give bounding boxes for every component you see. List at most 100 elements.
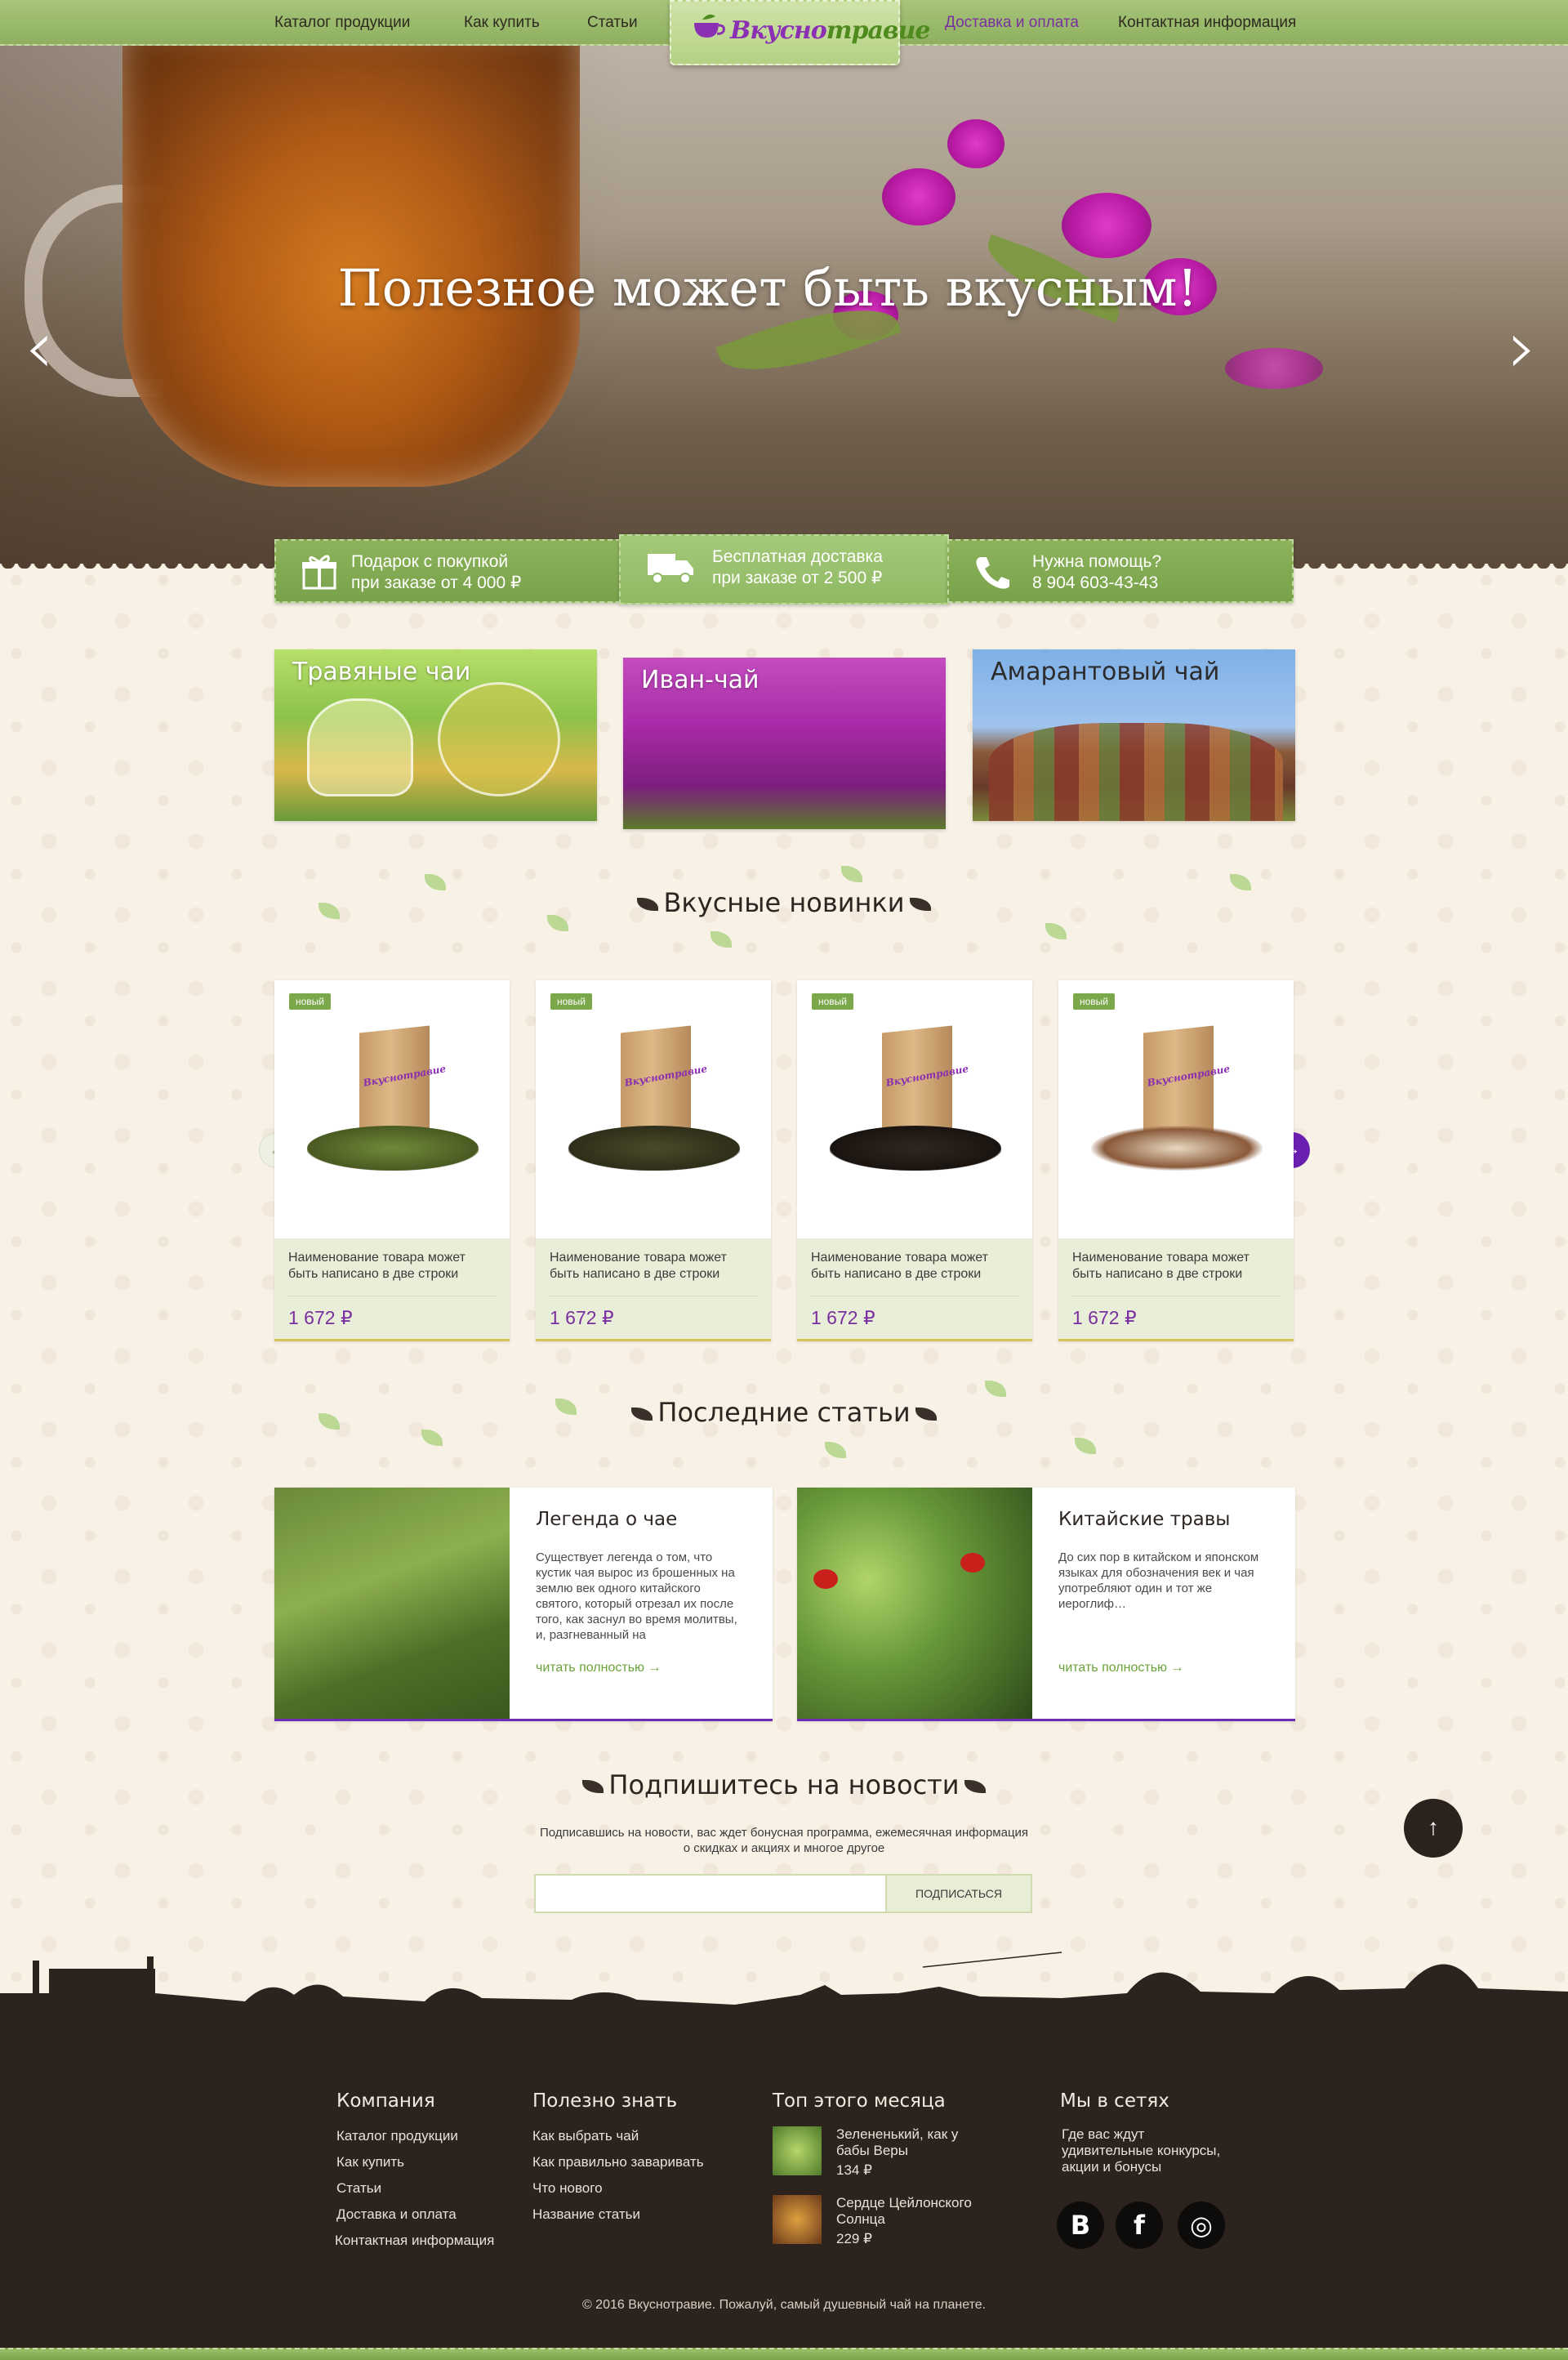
email-field[interactable]	[536, 1876, 885, 1912]
footer-social-line2: удивительные конкурсы,	[1062, 2143, 1221, 2158]
site-logo[interactable]: Вкуснотравие	[670, 0, 931, 65]
category-ivan-tea[interactable]: Иван-чай	[623, 658, 946, 829]
facebook-icon[interactable]: f	[1116, 2202, 1163, 2249]
phone-icon	[976, 557, 1009, 589]
truck-icon	[648, 554, 693, 584]
nav-how-to-buy[interactable]: Как купить	[464, 14, 540, 32]
benefit-delivery-line2: при заказе от 2 500 ₽	[712, 569, 883, 587]
article-card[interactable]: Китайские травы До сих пор в китайском и…	[797, 1488, 1295, 1721]
new-badge: новый	[289, 993, 332, 1010]
logo-text-part1: Вкусно	[730, 16, 827, 45]
product-name[interactable]: Наименование товара может быть написано …	[550, 1250, 754, 1283]
new-products-title: Вкусные новинки	[0, 887, 1568, 918]
pu-erh-image	[1091, 1126, 1263, 1171]
instagram-icon[interactable]: ◎	[1178, 2202, 1225, 2249]
hero-slider: Полезное может быть вкусным! ‹ ›	[0, 46, 1568, 569]
ladybug-image	[960, 1553, 985, 1573]
top-product-name[interactable]: Зелененький, как у бабы Веры	[836, 2126, 958, 2159]
product-info: Наименование товара может быть написано …	[797, 1238, 1032, 1341]
top-product-price: 134 ₽	[836, 2162, 872, 2178]
benefit-gift-text: Подарок с покупкой при заказе от 4 000 ₽	[351, 551, 521, 594]
category-title: Амарантовый чай	[991, 658, 1220, 686]
nav-articles[interactable]: Статьи	[587, 14, 638, 32]
footer-link[interactable]: Как правильно заваривать	[532, 2154, 704, 2170]
tea-leaves-image	[830, 1126, 1001, 1171]
hero-title: Полезное может быть вкусным!	[337, 258, 1198, 318]
ladybug-image	[813, 1569, 838, 1589]
benefit-delivery: Бесплатная доставка при заказе от 2 500 ₽	[619, 534, 949, 604]
top-product-name-line2: Солнца	[836, 2211, 885, 2227]
product-name[interactable]: Наименование товара может быть написано …	[288, 1250, 492, 1283]
nav-contacts[interactable]: Контактная информация	[1118, 14, 1296, 32]
product-price: 1 672 ₽	[1072, 1307, 1137, 1328]
nav-delivery[interactable]: Доставка и оплата	[945, 14, 1079, 32]
ladybug-leaves-image	[797, 1488, 1032, 1719]
top-product-thumbnail[interactable]	[773, 2195, 822, 2244]
subscribe-form: ПОДПИСАТЬСЯ	[534, 1874, 1032, 1913]
footer-link[interactable]: Контактная информация	[335, 2233, 494, 2249]
article-title[interactable]: Легенда о чае	[536, 1509, 677, 1530]
vk-icon[interactable]: В	[1057, 2202, 1104, 2249]
leaf-icon	[582, 1780, 604, 1793]
benefit-help-line1: Нужна помощь?	[1032, 552, 1162, 571]
read-more-link[interactable]: читать полностью →	[536, 1661, 661, 1675]
nav-catalog[interactable]: Каталог продукции	[274, 14, 410, 32]
subscribe-description: Подписавшись на новости, вас ждет бонусн…	[539, 1826, 1029, 1855]
product-card[interactable]: новый Вкуснотравие Наименование товара м…	[536, 980, 771, 1341]
benefit-gift: Подарок с покупкой при заказе от 4 000 ₽	[274, 539, 621, 603]
new-badge: новый	[550, 993, 593, 1010]
product-info: Наименование товара может быть написано …	[536, 1238, 771, 1341]
footer-social-text: Где вас ждут удивительные конкурсы, акции …	[1062, 2126, 1220, 2175]
leaf-icon	[915, 1408, 937, 1421]
hero-flower	[1225, 348, 1323, 389]
footer-link[interactable]: Как выбрать чай	[532, 2128, 639, 2144]
footer-social-title: Мы в сетях	[1060, 2090, 1169, 2112]
product-price: 1 672 ₽	[550, 1307, 614, 1328]
top-product-name-line1: Зелененький, как у	[836, 2126, 959, 2142]
category-amaranth-tea[interactable]: Амарантовый чай	[973, 649, 1295, 821]
footer-social-line1: Где вас ждут	[1062, 2126, 1145, 2142]
footer-link[interactable]: Название статьи	[532, 2206, 640, 2223]
scroll-to-top-button[interactable]: ↑	[1404, 1799, 1463, 1858]
category-herbal-tea[interactable]: Травяные чаи	[274, 649, 597, 821]
footer-link[interactable]: Статьи	[336, 2180, 381, 2197]
product-card[interactable]: новый Вкуснотравие Наименование товара м…	[274, 980, 510, 1341]
benefit-gift-line1: Подарок с покупкой	[351, 552, 509, 571]
product-info: Наименование товара может быть написано …	[274, 1238, 510, 1341]
new-badge: новый	[1073, 993, 1116, 1010]
benefit-help-phone: 8 904 603-43-43	[1032, 573, 1159, 592]
hero-prev-arrow[interactable]: ‹	[24, 311, 54, 385]
top-product-thumbnail[interactable]	[773, 2126, 822, 2175]
footer-link[interactable]: Каталог продукции	[336, 2128, 458, 2144]
logo-text: Вкуснотравие	[730, 16, 931, 45]
footer: Компания Каталог продукции Как купить Ст…	[0, 2038, 1568, 2360]
footer-link[interactable]: Как купить	[336, 2154, 404, 2170]
hero-next-arrow[interactable]: ›	[1508, 311, 1537, 385]
benefit-gift-line2: при заказе от 4 000 ₽	[351, 573, 522, 592]
footer-top-title: Топ этого месяца	[773, 2090, 946, 2112]
teapot-image	[307, 698, 413, 796]
footer-link[interactable]: Что нового	[532, 2180, 603, 2197]
new-badge: новый	[812, 993, 854, 1010]
top-product-price: 229 ₽	[836, 2231, 872, 2246]
subscribe-button[interactable]: ПОДПИСАТЬСЯ	[885, 1876, 1031, 1912]
article-card[interactable]: Легенда о чае Существует легенда о том, …	[274, 1488, 773, 1721]
tea-leaves-image	[307, 1126, 479, 1171]
article-title[interactable]: Китайские травы	[1058, 1509, 1230, 1530]
footer-link[interactable]: Доставка и оплата	[336, 2206, 457, 2223]
product-name[interactable]: Наименование товара может быть написано …	[1072, 1250, 1276, 1283]
copyright: © 2016 Вкуснотравие. Пожалуй, самый душе…	[581, 2298, 987, 2312]
read-more-link[interactable]: читать полностью →	[1058, 1661, 1183, 1675]
product-card[interactable]: новый Вкуснотравие Наименование товара м…	[1058, 980, 1294, 1341]
benefit-help-text: Нужна помощь? 8 904 603-43-43	[1032, 551, 1161, 594]
amaranth-plants-image	[989, 723, 1283, 821]
tea-leaves-image	[568, 1126, 740, 1171]
leaf-icon	[964, 1780, 986, 1793]
product-card[interactable]: новый Вкуснотравие Наименование товара м…	[797, 980, 1032, 1341]
leaf-icon	[909, 898, 931, 911]
product-name[interactable]: Наименование товара может быть написано …	[811, 1250, 1015, 1283]
top-product-name[interactable]: Сердце Цейлонского Солнца	[836, 2195, 972, 2228]
gift-icon	[302, 555, 336, 590]
teapot-image	[438, 682, 560, 796]
tea-plantation-image	[274, 1488, 510, 1719]
